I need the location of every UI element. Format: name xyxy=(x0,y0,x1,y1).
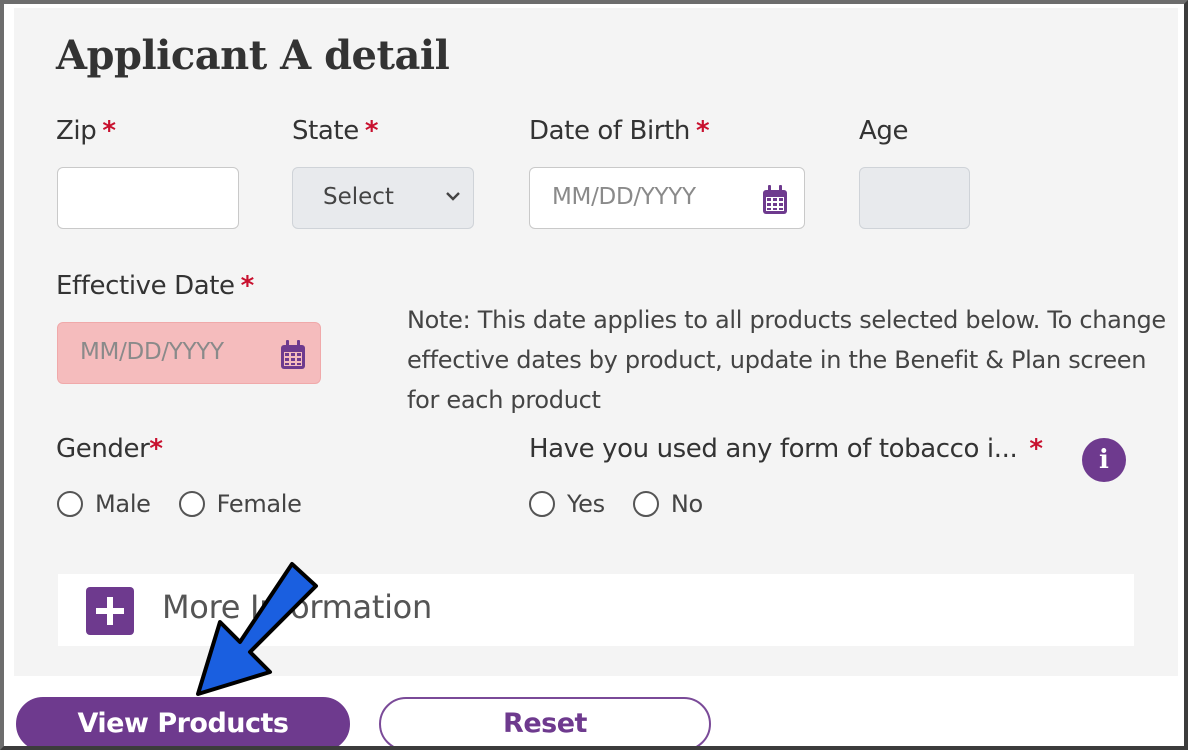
info-icon[interactable]: i xyxy=(1082,438,1126,482)
view-products-button[interactable]: View Products xyxy=(16,697,350,746)
tobacco-label: Have you used any form of tobacco i... * xyxy=(529,434,1043,464)
zip-label-text: Zip xyxy=(56,116,97,146)
dob-label-text: Date of Birth xyxy=(529,116,690,146)
reset-button[interactable]: Reset xyxy=(379,697,711,746)
required-mark: * xyxy=(240,271,255,301)
state-selected-value: Select xyxy=(323,184,394,210)
required-mark: * xyxy=(1029,434,1043,464)
dob-label: Date of Birth * xyxy=(529,116,710,146)
gender-male-radio[interactable] xyxy=(57,491,83,517)
annotation-arrow xyxy=(196,562,318,696)
zip-input[interactable] xyxy=(57,167,239,229)
zip-label: Zip * xyxy=(56,116,116,146)
required-mark: * xyxy=(149,434,163,464)
age-label: Age xyxy=(859,116,909,146)
effective-date-note: Note: This date applies to all products … xyxy=(407,306,1166,414)
effective-date-label: Effective Date * xyxy=(56,271,254,301)
tobacco-yes-label[interactable]: Yes xyxy=(567,490,605,518)
page-frame: Applicant A detail Zip * State * Select Da… xyxy=(0,0,1188,750)
gender-male-label[interactable]: Male xyxy=(95,490,151,518)
calendar-icon[interactable] xyxy=(760,184,790,216)
calendar-icon[interactable] xyxy=(278,339,308,371)
state-label-text: State xyxy=(292,116,359,146)
age-field xyxy=(859,167,970,229)
required-mark: * xyxy=(364,116,379,146)
dob-input[interactable]: MM/DD/YYYY xyxy=(529,167,805,229)
tobacco-label-text: Have you used any form of tobacco i... xyxy=(529,434,1018,464)
page-title: Applicant A detail xyxy=(56,32,450,79)
tobacco-radio-group: Yes No xyxy=(529,490,731,518)
state-label: State * xyxy=(292,116,378,146)
chevron-down-icon xyxy=(446,192,460,201)
gender-label: Gender* xyxy=(56,434,163,464)
gender-female-radio[interactable] xyxy=(178,491,205,517)
dob-placeholder: MM/DD/YYYY xyxy=(552,184,696,210)
effective-date-label-text: Effective Date xyxy=(56,271,235,301)
effective-date-placeholder: MM/DD/YYYY xyxy=(80,339,224,365)
plus-icon[interactable] xyxy=(86,587,134,635)
gender-female-label[interactable]: Female xyxy=(217,490,302,518)
tobacco-yes-radio[interactable] xyxy=(529,491,555,517)
gender-radio-group: Male Female xyxy=(57,490,330,518)
state-select[interactable]: Select xyxy=(292,167,474,229)
gender-label-text: Gender xyxy=(56,434,150,464)
required-mark: * xyxy=(102,116,116,146)
tobacco-no-radio[interactable] xyxy=(632,491,659,517)
tobacco-no-label[interactable]: No xyxy=(671,490,703,518)
effective-date-input[interactable]: MM/DD/YYYY xyxy=(57,322,321,384)
required-mark: * xyxy=(695,116,710,146)
